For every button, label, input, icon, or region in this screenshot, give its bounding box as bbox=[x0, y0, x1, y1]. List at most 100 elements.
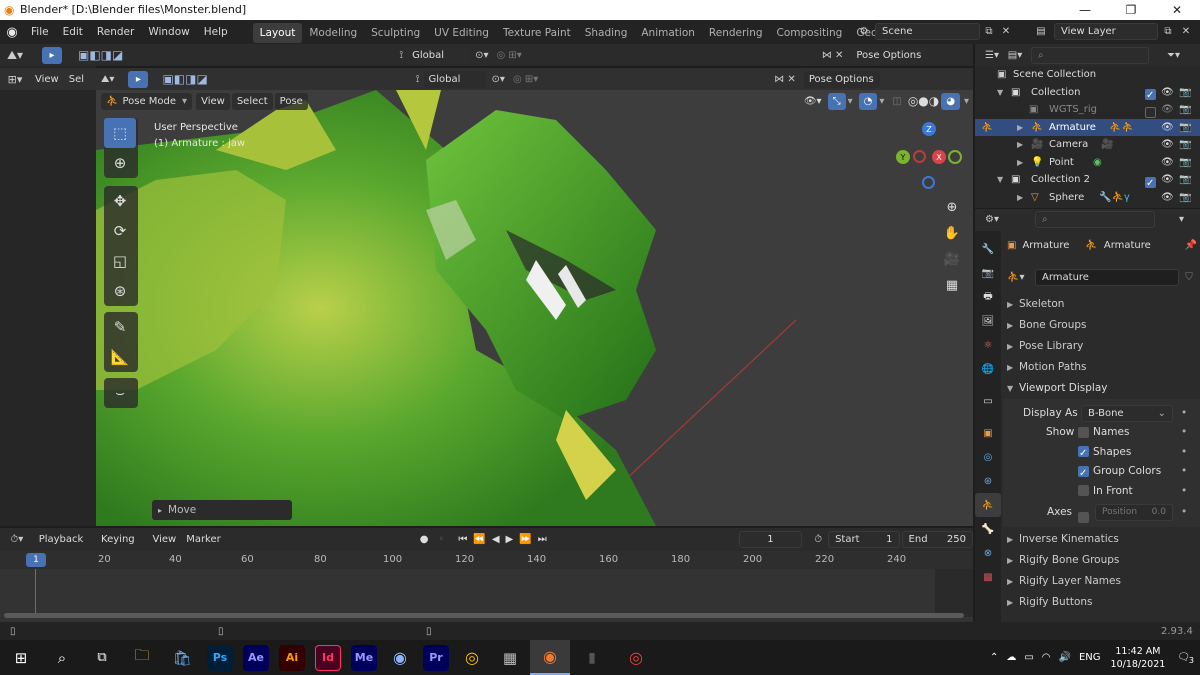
calculator-icon[interactable]: ▦ bbox=[490, 649, 530, 667]
keyframe-dot-icon[interactable]: • bbox=[1181, 443, 1187, 463]
editor-type-icon[interactable]: ⛰▾ bbox=[0, 48, 30, 63]
keyframe-dot-icon[interactable]: • bbox=[1181, 462, 1187, 482]
show-names-row[interactable]: Show Names • bbox=[1003, 423, 1200, 443]
scale-tool-icon[interactable]: ◱ bbox=[104, 246, 136, 276]
shading-dropdown-icon[interactable]: ▾ bbox=[964, 96, 969, 107]
timeline-scrollbar[interactable] bbox=[4, 613, 964, 618]
gizmo-z-axis[interactable]: Z bbox=[922, 122, 936, 136]
playhead-label[interactable]: 1 bbox=[26, 553, 46, 567]
tab-sculpting[interactable]: Sculpting bbox=[364, 23, 427, 43]
panel-rigify-bone-groups[interactable]: ▶ Rigify Bone Groups bbox=[1003, 550, 1200, 571]
keyframe-dot-icon[interactable]: • bbox=[1181, 501, 1187, 523]
volume-icon[interactable]: 🔊 bbox=[1059, 652, 1071, 663]
network-icon[interactable]: ◠ bbox=[1042, 652, 1051, 663]
world-tab-icon[interactable]: 🌐 bbox=[975, 357, 1001, 381]
properties-search-input[interactable]: ⌕ bbox=[1035, 210, 1155, 228]
viewport-select-menu[interactable]: Select bbox=[231, 92, 273, 110]
onedrive-icon[interactable]: ☁ bbox=[1006, 652, 1016, 663]
in-front-checkbox[interactable]: In Front bbox=[1078, 482, 1133, 502]
cinema4d-icon[interactable]: ◉ bbox=[382, 648, 418, 667]
pinned-app-icon[interactable]: ▮ bbox=[570, 650, 614, 666]
camera-render-icon[interactable]: 📷 bbox=[1179, 171, 1191, 189]
delete-scene-icon[interactable]: ✕ bbox=[998, 26, 1014, 37]
cursor-tool-icon[interactable]: ⊕ bbox=[104, 148, 136, 178]
gizmo-x-axis[interactable]: X bbox=[932, 150, 946, 164]
file-explorer-icon[interactable]: 🗀 bbox=[122, 645, 162, 670]
gizmo-neg-y[interactable] bbox=[948, 150, 962, 164]
collection-tab-icon[interactable]: ▭ bbox=[975, 389, 1001, 413]
search-icon[interactable]: ⌕ bbox=[42, 649, 82, 667]
playback-controls-icons[interactable]: ⏮⏪◀▶⏩⏭ bbox=[458, 534, 552, 545]
indesign-icon[interactable]: Id bbox=[315, 644, 341, 671]
properties-options-icon[interactable]: ▾ bbox=[1179, 214, 1184, 225]
tab-animation[interactable]: Animation bbox=[634, 23, 702, 43]
eye-icon[interactable]: 👁 bbox=[1161, 84, 1174, 102]
expand-arrow-icon[interactable]: ▶ bbox=[1017, 136, 1023, 154]
marker-menu[interactable]: Marker bbox=[181, 531, 226, 548]
show-shapes-row[interactable]: Shapes • bbox=[1003, 443, 1200, 464]
orientation-2-dropdown[interactable]: Global bbox=[423, 70, 486, 88]
scene-tab-icon[interactable]: ⚛ bbox=[975, 333, 1001, 357]
panel-rigify-buttons[interactable]: ▶ Rigify Buttons bbox=[1003, 592, 1200, 613]
camera-render-icon[interactable]: 📷 bbox=[1179, 119, 1191, 137]
menu-window[interactable]: Window bbox=[141, 20, 196, 44]
show-hidden-icons[interactable]: ⌃ bbox=[990, 652, 998, 663]
pivot-2-icon[interactable]: ⊙▾ bbox=[492, 74, 505, 85]
panel-inverse-kinematics[interactable]: ▶ Inverse Kinematics bbox=[1003, 529, 1200, 550]
show-in-front-row[interactable]: In Front • bbox=[1003, 482, 1200, 502]
expand-arrow-icon[interactable]: ▼ bbox=[997, 171, 1003, 189]
media-encoder-icon[interactable]: Me bbox=[351, 644, 377, 671]
zoom-icon[interactable]: ⊕ bbox=[939, 194, 965, 220]
camera-render-icon[interactable]: 📷 bbox=[1179, 189, 1191, 207]
visibility-icon[interactable]: 👁▾ bbox=[804, 96, 822, 107]
position-field[interactable]: Position 0.0 bbox=[1095, 504, 1173, 521]
preview-range-icon[interactable]: ⏱ bbox=[814, 534, 822, 545]
delete-view-layer-icon[interactable]: ✕ bbox=[1178, 26, 1194, 37]
ortho-grid-icon[interactable]: ▦ bbox=[939, 272, 965, 298]
navigation-gizmo[interactable]: Z Y X bbox=[896, 120, 966, 190]
axes-checkbox[interactable] bbox=[1078, 506, 1093, 528]
editor-type-2-icon[interactable]: ⊞▾ bbox=[0, 73, 30, 86]
select-tool-2-icon[interactable]: ▸ bbox=[128, 70, 149, 88]
tab-uv-editing[interactable]: UV Editing bbox=[427, 23, 496, 43]
select-mode-icons[interactable]: ▣◧◨◪ bbox=[78, 48, 123, 62]
mode-dropdown[interactable]: ⛹ Pose Mode ▾ bbox=[101, 92, 193, 110]
armature-name-field[interactable]: Armature bbox=[1035, 268, 1179, 286]
annotate-tool-icon[interactable]: ✎ bbox=[104, 312, 136, 342]
snap-icon[interactable]: ◎ ⊞▾ bbox=[497, 50, 522, 61]
outliner-row-point[interactable]: ▶ 💡 Point ◉ 👁 📷 bbox=[975, 154, 1200, 172]
orientation-dropdown[interactable]: Global bbox=[407, 46, 470, 64]
measure-tool-icon[interactable]: 📐 bbox=[104, 342, 136, 372]
outliner-row-wgts-rig[interactable]: ▣ WGTS_rig 👁 📷 bbox=[975, 101, 1200, 119]
shading-modes-icon[interactable]: ◎●◑ bbox=[908, 94, 939, 108]
pose-options-dropdown[interactable]: Pose Options bbox=[851, 46, 928, 64]
timeline-view-menu[interactable]: View bbox=[147, 531, 181, 548]
output-tab-icon[interactable]: 🖶 bbox=[975, 285, 1001, 309]
scene-selector[interactable]: ⚙ Scene ⧉ ✕ bbox=[853, 23, 1014, 40]
panel-bone-groups[interactable]: ▶ Bone Groups bbox=[1003, 315, 1200, 336]
keying-set-icon[interactable]: ◦ bbox=[439, 534, 445, 545]
panel-pose-library[interactable]: ▶ Pose Library bbox=[1003, 336, 1200, 357]
view-layer-field[interactable]: View Layer bbox=[1054, 23, 1158, 40]
new-scene-icon[interactable]: ⧉ bbox=[980, 26, 998, 37]
windows-start-icon[interactable]: ⊞ bbox=[0, 649, 42, 667]
after-effects-icon[interactable]: Ae bbox=[243, 644, 269, 671]
names-checkbox[interactable]: Names bbox=[1078, 423, 1129, 443]
notifications-icon[interactable]: 🗨 3 bbox=[1177, 652, 1194, 665]
filter-icon[interactable]: ⏷▾ bbox=[1167, 50, 1180, 61]
frame-ruler[interactable]: 1 20 40 60 80 100 120 140 160 180 200 22… bbox=[0, 551, 973, 569]
select-tool-icon[interactable]: ▸ bbox=[42, 46, 62, 64]
timeline-editor-type-icon[interactable]: ⏱▾ bbox=[0, 534, 34, 545]
new-view-layer-icon[interactable]: ⧉ bbox=[1158, 26, 1178, 37]
gizmo-toggle-icon[interactable]: ⤡ bbox=[827, 92, 846, 110]
tab-texture-paint[interactable]: Texture Paint bbox=[496, 23, 578, 43]
photoshop-icon[interactable]: Ps bbox=[207, 644, 233, 671]
relax-pose-tool-icon[interactable]: ⌣ bbox=[104, 378, 136, 408]
tab-modeling[interactable]: Modeling bbox=[302, 23, 364, 43]
keying-menu[interactable]: Keying ▾ bbox=[96, 531, 147, 562]
fake-user-shield-icon[interactable]: ⛉ bbox=[1181, 272, 1197, 283]
rendered-shading-icon[interactable]: ◕ bbox=[941, 92, 960, 110]
viewport-pose-menu[interactable]: Pose bbox=[274, 92, 308, 110]
xray-icon[interactable]: ◫ bbox=[892, 96, 901, 107]
gizmo-neg-z[interactable] bbox=[922, 176, 935, 189]
